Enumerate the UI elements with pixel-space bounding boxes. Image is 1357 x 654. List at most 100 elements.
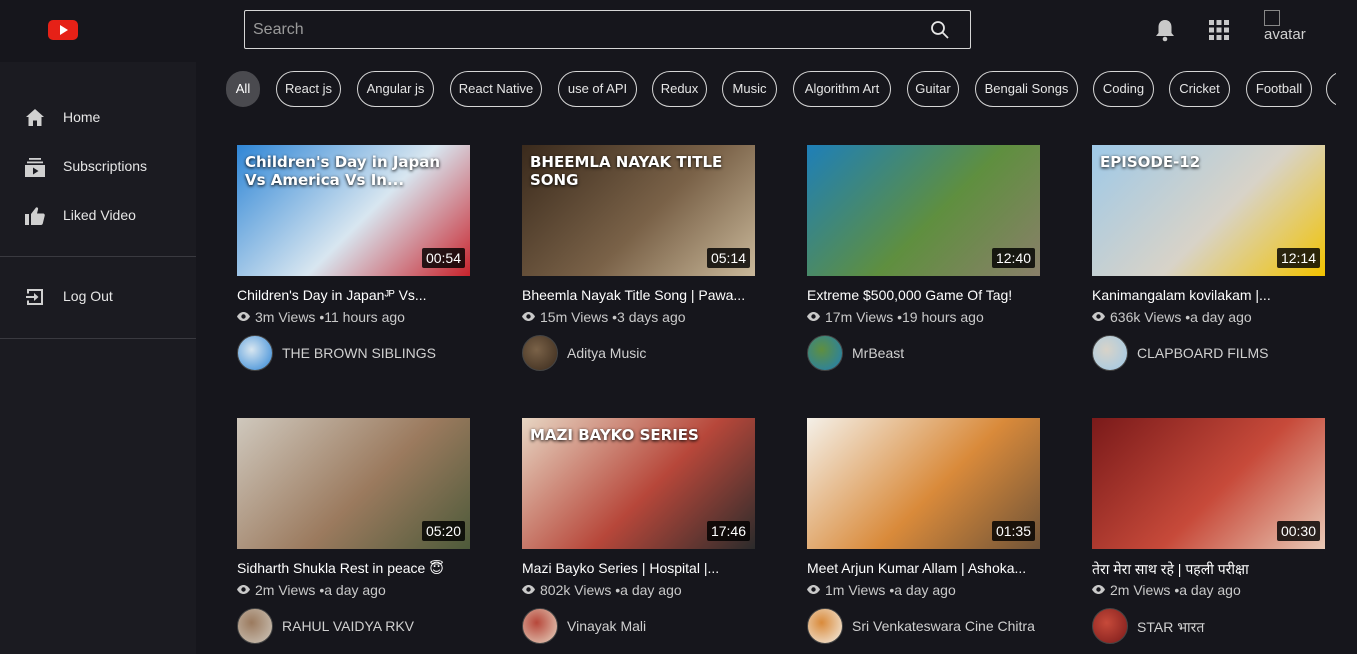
video-thumbnail[interactable]: BHEEMLA NAYAK TITLE SONG 05:14 <box>522 145 755 276</box>
eye-icon <box>237 312 250 321</box>
sidebar-item-logout[interactable]: Log Out <box>0 277 196 317</box>
chip-react-native[interactable]: React Native <box>450 71 542 107</box>
chip-guitar[interactable]: Guitar <box>907 71 959 107</box>
chip-overflow[interactable] <box>1326 71 1336 107</box>
video-card[interactable]: 00:30 तेरा मेरा साथ रहे | पहली परीक्षा 2m … <box>1092 418 1325 654</box>
channel-row[interactable]: RAHUL VAIDYA RKV <box>237 608 537 644</box>
thumbnail-text: BHEEMLA NAYAK TITLE SONG <box>530 153 723 189</box>
video-title[interactable]: Children's Day in Japanᴶᴾ Vs... <box>237 287 470 303</box>
chip-coding[interactable]: Coding <box>1093 71 1154 107</box>
channel-row[interactable]: Sri Venkateswara Cine Chitra <box>807 608 1107 644</box>
chip-use-of-api[interactable]: use of API <box>558 71 637 107</box>
video-age: 19 hours ago <box>902 309 984 325</box>
channel-avatar[interactable] <box>807 608 843 644</box>
chip-react-js[interactable]: React js <box>276 71 341 107</box>
chip-football[interactable]: Football <box>1246 71 1312 107</box>
channel-avatar[interactable] <box>237 335 273 371</box>
eye-icon <box>1092 312 1105 321</box>
sidebar-item-label: Liked Video <box>63 207 136 223</box>
channel-name[interactable]: THE BROWN SIBLINGS <box>282 345 436 361</box>
meta-separator: • <box>1170 582 1180 598</box>
channel-name[interactable]: MrBeast <box>852 345 904 361</box>
channel-name[interactable]: RAHUL VAIDYA RKV <box>282 618 414 634</box>
video-thumbnail[interactable]: 05:20 <box>237 418 470 549</box>
video-age: 11 hours ago <box>324 309 405 325</box>
chip-algorithm-art[interactable]: Algorithm Art <box>793 71 891 107</box>
home-icon <box>26 109 44 126</box>
video-views: 636k Views <box>1110 309 1182 325</box>
search-input[interactable] <box>253 11 913 48</box>
video-card[interactable]: BHEEMLA NAYAK TITLE SONG 05:14 Bheemla Nay… <box>522 145 755 385</box>
channel-row[interactable]: STAR भारत <box>1092 608 1357 644</box>
video-card[interactable]: 01:35 Meet Arjun Kumar Allam | Ashoka... 1… <box>807 418 1040 654</box>
video-duration: 05:14 <box>706 248 750 268</box>
chip-bengali-songs[interactable]: Bengali Songs <box>975 71 1078 107</box>
thumbnail-text: EPISODE-12 <box>1100 153 1201 171</box>
sidebar-item-liked-video[interactable]: Liked Video <box>0 196 196 236</box>
video-title[interactable]: तेरा मेरा साथ रहे | पहली परीक्षा <box>1092 560 1325 579</box>
sidebar-item-subscriptions[interactable]: Subscriptions <box>0 147 196 187</box>
video-duration: 12:14 <box>1276 248 1320 268</box>
channel-row[interactable]: Vinayak Mali <box>522 608 822 644</box>
channel-name[interactable]: STAR भारत <box>1137 618 1204 637</box>
channel-name[interactable]: Vinayak Mali <box>567 618 646 634</box>
channel-row[interactable]: MrBeast <box>807 335 1107 371</box>
video-title[interactable]: Sidharth Shukla Rest in peace 😇 <box>237 560 470 577</box>
chip-all[interactable]: All <box>226 71 260 107</box>
video-thumbnail[interactable]: 00:30 <box>1092 418 1325 549</box>
video-duration: 01:35 <box>991 521 1035 541</box>
user-avatar[interactable]: avatar <box>1264 10 1324 50</box>
video-card[interactable]: MAZI BAYKO SERIES 17:46 Mazi Bayko Series … <box>522 418 755 654</box>
thumbnail-text: MAZI BAYKO SERIES <box>530 426 699 444</box>
video-views: 15m Views <box>540 309 609 325</box>
apps-grid-icon[interactable] <box>1209 20 1229 40</box>
video-card[interactable]: Children's Day in Japan Vs America Vs In… <box>237 145 470 385</box>
channel-avatar[interactable] <box>1092 335 1128 371</box>
video-card[interactable]: 12:40 Extreme $500,000 Game Of Tag! 17m Vi… <box>807 145 1040 385</box>
meta-separator: • <box>608 309 618 325</box>
eye-icon <box>237 585 250 594</box>
video-thumbnail[interactable]: Children's Day in Japan Vs America Vs In… <box>237 145 470 276</box>
bell-icon[interactable] <box>1154 18 1176 42</box>
channel-avatar[interactable] <box>522 608 558 644</box>
video-thumbnail[interactable]: 01:35 <box>807 418 1040 549</box>
eye-icon <box>807 312 820 321</box>
video-age: a day ago <box>324 582 386 598</box>
video-thumbnail[interactable]: EPISODE-12 12:14 <box>1092 145 1325 276</box>
channel-avatar[interactable] <box>237 608 273 644</box>
chip-cricket[interactable]: Cricket <box>1169 71 1230 107</box>
video-card[interactable]: 05:20 Sidharth Shukla Rest in peace 😇 2m V… <box>237 418 470 654</box>
youtube-logo[interactable] <box>48 20 78 40</box>
chip-angular-js[interactable]: Angular js <box>357 71 434 107</box>
sidebar-item-label: Home <box>63 109 101 125</box>
channel-name[interactable]: Aditya Music <box>567 345 646 361</box>
video-meta: 636k Views •a day ago <box>1092 309 1252 325</box>
chip-music[interactable]: Music <box>722 71 777 107</box>
search-icon[interactable] <box>930 20 950 40</box>
chip-redux[interactable]: Redux <box>652 71 707 107</box>
video-views: 1m Views <box>825 582 886 598</box>
video-card[interactable]: EPISODE-12 12:14 Kanimangalam kovilakam |.… <box>1092 145 1325 385</box>
video-age: a day ago <box>620 582 682 598</box>
video-title[interactable]: Extreme $500,000 Game Of Tag! <box>807 287 1040 303</box>
video-thumbnail[interactable]: 12:40 <box>807 145 1040 276</box>
video-meta: 15m Views •3 days ago <box>522 309 686 325</box>
channel-avatar[interactable] <box>1092 608 1128 644</box>
eye-icon <box>522 312 535 321</box>
video-title[interactable]: Mazi Bayko Series | Hospital |... <box>522 560 755 576</box>
channel-name[interactable]: CLAPBOARD FILMS <box>1137 345 1268 361</box>
video-age: a day ago <box>1179 582 1241 598</box>
channel-row[interactable]: THE BROWN SIBLINGS <box>237 335 537 371</box>
video-title[interactable]: Kanimangalam kovilakam |... <box>1092 287 1325 303</box>
video-title[interactable]: Bheemla Nayak Title Song | Pawa... <box>522 287 755 303</box>
sidebar-item-home[interactable]: Home <box>0 98 196 138</box>
video-views: 3m Views <box>255 309 316 325</box>
channel-avatar[interactable] <box>807 335 843 371</box>
channel-row[interactable]: CLAPBOARD FILMS <box>1092 335 1357 371</box>
top-header: avatar <box>0 0 1357 62</box>
channel-row[interactable]: Aditya Music <box>522 335 822 371</box>
video-title[interactable]: Meet Arjun Kumar Allam | Ashoka... <box>807 560 1040 576</box>
channel-name[interactable]: Sri Venkateswara Cine Chitra <box>852 618 1035 634</box>
channel-avatar[interactable] <box>522 335 558 371</box>
video-thumbnail[interactable]: MAZI BAYKO SERIES 17:46 <box>522 418 755 549</box>
